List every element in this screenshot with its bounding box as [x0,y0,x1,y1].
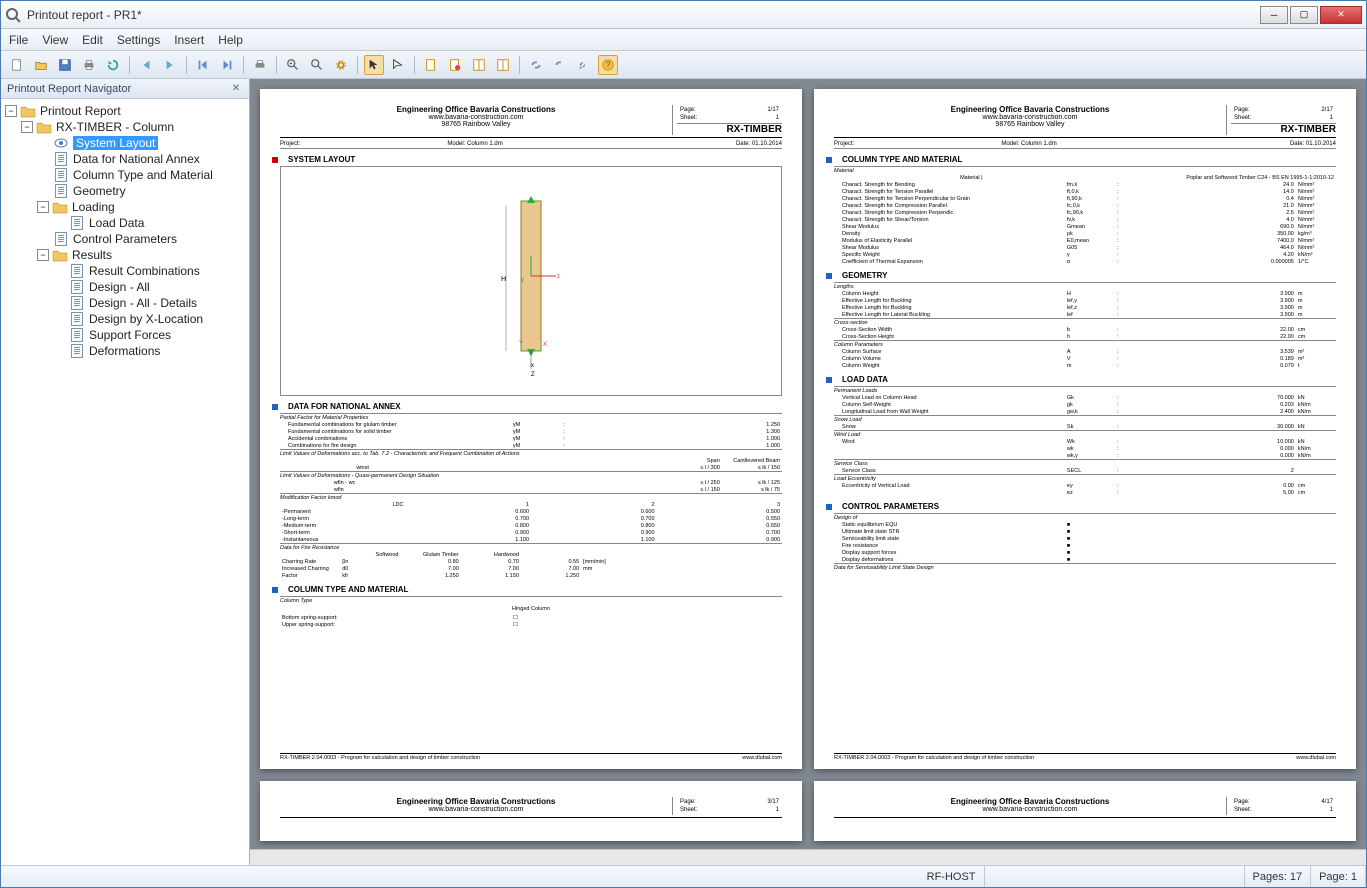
tree-result-comb[interactable]: Result Combinations [3,263,247,279]
window-title: Printout report - PR1* [27,8,1260,22]
app-icon [5,7,21,23]
toggle-icon[interactable]: − [5,105,17,117]
toggle-icon[interactable]: − [21,121,33,133]
tree-geometry[interactable]: Geometry [3,183,247,199]
zoom-out-icon[interactable] [307,55,327,75]
tree-support-forces[interactable]: Support Forces [3,327,247,343]
svg-text:H: H [501,276,506,283]
titlebar: Printout report - PR1* ─ ▢ ✕ [1,1,1366,29]
print2-icon[interactable] [250,55,270,75]
refresh-icon[interactable] [103,55,123,75]
preview-pages[interactable]: Engineering Office Bavaria Constructions… [250,79,1366,849]
tree-design-all-details[interactable]: Design - All - Details [3,295,247,311]
tree-control-params[interactable]: Control Parameters [3,231,247,247]
tree-data-annex[interactable]: Data for National Annex [3,151,247,167]
svg-text:?: ? [606,60,611,69]
doc2-icon[interactable] [445,55,465,75]
tree-design-all[interactable]: Design - All [3,279,247,295]
save-icon[interactable] [55,55,75,75]
svg-text:Y: Y [519,341,523,347]
report-page-2: Engineering Office Bavaria Constructions… [814,89,1356,769]
minimize-button[interactable]: ─ [1260,6,1288,24]
close-button[interactable]: ✕ [1320,6,1362,24]
report-page-3: Engineering Office Bavaria Constructions… [260,781,802,841]
gear-icon[interactable] [331,55,351,75]
status-pages: Pages: 17 [1245,866,1312,887]
print-icon[interactable] [79,55,99,75]
open-icon[interactable] [31,55,51,75]
doc3-icon[interactable] [469,55,489,75]
menu-help[interactable]: Help [218,33,243,47]
maximize-button[interactable]: ▢ [1290,6,1318,24]
svg-text:z: z [557,274,560,280]
svg-text:x: x [531,363,534,369]
svg-text:+: + [290,61,293,67]
navigator-close-icon[interactable]: ✕ [229,82,243,96]
tree-col-type[interactable]: Column Type and Material [3,167,247,183]
svg-text:X: X [543,342,547,348]
eye-icon [53,136,69,150]
select-icon[interactable] [364,55,384,75]
tree-design-by-x[interactable]: Design by X-Location [3,311,247,327]
status-host: RF-HOST [919,866,985,887]
wrench-icon[interactable] [574,55,594,75]
toggle-icon[interactable]: − [37,249,49,261]
report-page-4: Engineering Office Bavaria Constructions… [814,781,1356,841]
tree-load-data[interactable]: Load Data [3,215,247,231]
menubar: File View Edit Settings Insert Help [1,29,1366,51]
tree-loading[interactable]: −Loading [3,199,247,215]
toolbar: + ? [1,51,1366,79]
first-icon[interactable] [136,55,156,75]
column-diagram: z y H X Y Z x [280,166,782,396]
statusbar: RF-HOST Pages: 17 Page: 1 [1,865,1366,887]
navigator-title: Printout Report Navigator [7,83,131,95]
menu-insert[interactable]: Insert [174,33,204,47]
doc1-icon[interactable] [421,55,441,75]
tree-system-layout[interactable]: System Layout [3,135,247,151]
horizontal-scrollbar[interactable] [250,849,1366,865]
navigator-panel: Printout Report Navigator ✕ − Printout R… [1,79,250,865]
svg-text:y: y [521,277,524,283]
tree-results[interactable]: −Results [3,247,247,263]
prev-page-icon[interactable] [193,55,213,75]
menu-file[interactable]: File [9,33,28,47]
new-icon[interactable] [7,55,27,75]
next-page-icon[interactable] [217,55,237,75]
link1-icon[interactable] [526,55,546,75]
svg-text:Z: Z [531,372,535,378]
main-area: Printout Report Navigator ✕ − Printout R… [1,79,1366,865]
tree-root[interactable]: − Printout Report [3,103,247,119]
navigator-header: Printout Report Navigator ✕ [1,79,249,99]
app-window: Printout report - PR1* ─ ▢ ✕ File View E… [0,0,1367,888]
play-icon[interactable] [160,55,180,75]
menu-settings[interactable]: Settings [117,33,160,47]
menu-view[interactable]: View [42,33,68,47]
section-system-layout: SYSTEM LAYOUT [280,155,782,164]
toggle-icon[interactable]: − [37,201,49,213]
navigator-tree: − Printout Report − RX-TIMBER - Column S… [1,99,249,865]
report-page-1: Engineering Office Bavaria Constructions… [260,89,802,769]
link2-icon[interactable] [550,55,570,75]
menu-edit[interactable]: Edit [82,33,103,47]
cursor-icon[interactable] [388,55,408,75]
status-page: Page: 1 [1311,866,1366,887]
zoom-in-icon[interactable]: + [283,55,303,75]
preview-area: Engineering Office Bavaria Constructions… [250,79,1366,865]
help-icon[interactable]: ? [598,55,618,75]
tree-deformations[interactable]: Deformations [3,343,247,359]
doc4-icon[interactable] [493,55,513,75]
tree-module[interactable]: − RX-TIMBER - Column [3,119,247,135]
